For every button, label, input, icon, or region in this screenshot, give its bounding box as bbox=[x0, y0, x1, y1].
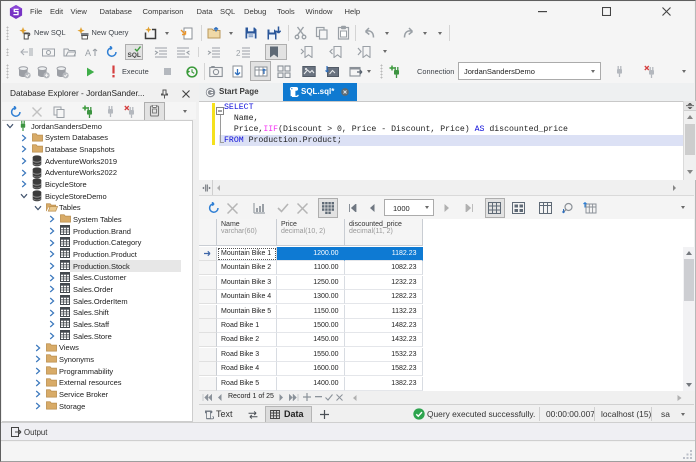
svg-text:2: 2 bbox=[236, 49, 241, 58]
svg-text:SQL: SQL bbox=[128, 52, 141, 58]
svg-text:A: A bbox=[85, 48, 91, 58]
